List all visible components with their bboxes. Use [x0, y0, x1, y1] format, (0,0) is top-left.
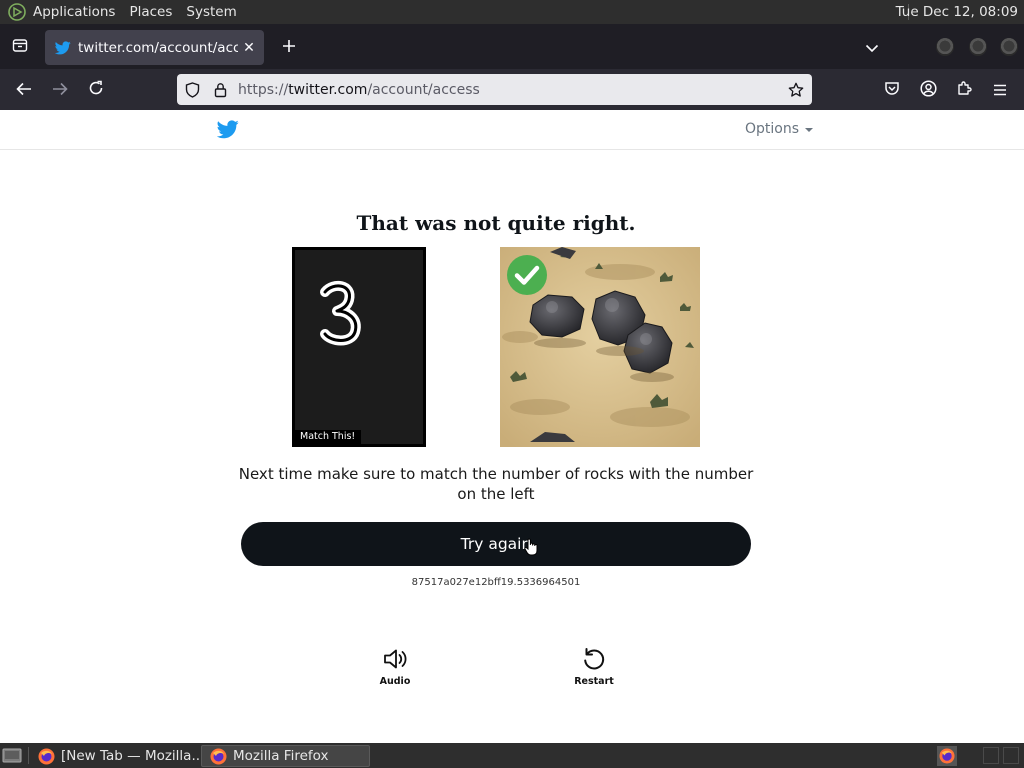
pocket-button[interactable]: [878, 76, 906, 104]
caret-down-icon: [805, 128, 814, 132]
hamburger-menu-icon: [993, 81, 1007, 100]
forward-arrow-icon: [52, 81, 68, 100]
lock-icon[interactable]: [210, 80, 230, 100]
restart-label: Restart: [574, 676, 614, 687]
extensions-icon: [956, 80, 972, 100]
instruction-text: Next time make sure to match the number …: [238, 465, 754, 503]
audio-button[interactable]: Audio: [360, 646, 430, 687]
extensions-button[interactable]: [950, 76, 978, 104]
url-host: twitter.com: [288, 81, 368, 98]
page-title: That was not quite right.: [356, 211, 636, 235]
reload-button[interactable]: [82, 76, 110, 104]
tab-list-button[interactable]: [0, 24, 40, 69]
match-reference-image: Match This!: [292, 247, 426, 447]
match-this-label: Match This!: [295, 430, 362, 444]
options-dropdown[interactable]: Options: [745, 121, 814, 137]
twitter-logo-icon[interactable]: [216, 120, 239, 140]
workspace-1[interactable]: [983, 747, 999, 764]
applications-menu[interactable]: Applications: [33, 4, 115, 20]
close-icon[interactable]: ✕: [238, 37, 260, 59]
taskbar-item-firefox[interactable]: Mozilla Firefox: [201, 745, 370, 767]
taskbar: [New Tab — Mozilla... Mozilla Firefox: [0, 743, 1024, 768]
url-bar[interactable]: https://twitter.com/account/access: [177, 74, 812, 105]
tab-list-icon: [12, 37, 28, 57]
pocket-icon: [884, 81, 900, 100]
back-arrow-icon: [16, 81, 32, 100]
taskbar-item-label: Mozilla Firefox: [233, 748, 329, 764]
back-button[interactable]: [10, 76, 38, 104]
page-header: Options: [0, 110, 1024, 150]
maximize-window-button[interactable]: [969, 38, 987, 56]
show-desktop-icon[interactable]: [2, 747, 22, 764]
places-menu[interactable]: Places: [129, 4, 172, 20]
top-panel: Applications Places System Tue Dec 12, 0…: [0, 0, 1024, 24]
firefox-icon: [210, 748, 227, 764]
checkmark-icon: [507, 255, 547, 295]
hand-cursor-icon: [524, 538, 538, 556]
handwritten-digit: [320, 280, 361, 346]
session-id: 87517a027e12bff19.5336964501: [411, 577, 581, 588]
workspace-2[interactable]: [1003, 747, 1019, 764]
try-again-label: Try again: [460, 535, 532, 553]
url-path: /account/access: [367, 81, 480, 98]
twitter-bird-icon: [55, 40, 71, 56]
account-icon: [919, 79, 937, 101]
minimize-window-button[interactable]: [936, 38, 954, 56]
forward-button[interactable]: [46, 76, 74, 104]
browser-tab[interactable]: twitter.com/account/access ✕: [45, 30, 264, 65]
restart-button[interactable]: Restart: [559, 646, 629, 687]
taskbar-separator: [28, 747, 29, 764]
firefox-icon: [38, 748, 55, 764]
rocks-scene-image[interactable]: [500, 247, 700, 447]
star-icon[interactable]: [786, 80, 806, 100]
speaker-icon: [384, 649, 407, 669]
tab-title: twitter.com/account/access: [78, 39, 238, 56]
options-label: Options: [745, 121, 800, 137]
url-scheme: https://: [238, 81, 289, 98]
new-tab-button[interactable]: [278, 36, 300, 58]
chevron-down-icon: [865, 38, 879, 57]
try-again-button[interactable]: Try again: [241, 522, 751, 566]
distro-logo-icon[interactable]: [7, 2, 27, 22]
clock[interactable]: Tue Dec 12, 08:09: [896, 0, 1018, 24]
app-menu-button[interactable]: [986, 76, 1014, 104]
shield-icon[interactable]: [182, 80, 202, 100]
close-window-button[interactable]: [1000, 38, 1018, 56]
plus-icon: [282, 38, 296, 57]
reload-icon: [88, 80, 104, 100]
audio-label: Audio: [379, 676, 411, 687]
tray-firefox-icon[interactable]: [937, 746, 957, 766]
url-text[interactable]: https://twitter.com/account/access: [238, 82, 786, 98]
list-all-tabs-button[interactable]: [860, 36, 884, 58]
restart-icon: [584, 648, 605, 670]
account-button[interactable]: [914, 76, 942, 104]
system-menu[interactable]: System: [186, 4, 236, 20]
page-content: Options That was not quite right. Match …: [0, 110, 1024, 743]
taskbar-item-new-tab[interactable]: [New Tab — Mozilla...: [30, 745, 200, 767]
taskbar-item-label: [New Tab — Mozilla...: [61, 748, 200, 764]
